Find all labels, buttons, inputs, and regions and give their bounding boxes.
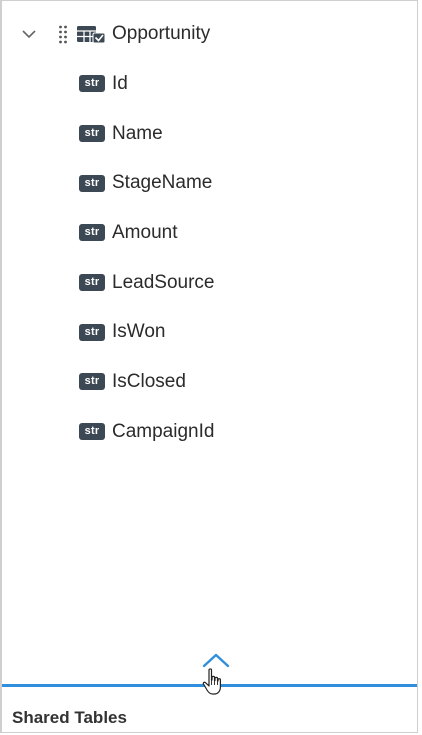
field-item[interactable]: str Id <box>2 59 417 109</box>
chevron-down-icon[interactable] <box>20 25 38 43</box>
table-name[interactable]: Opportunity <box>112 24 210 44</box>
table-icon <box>77 26 106 43</box>
string-type-badge: str <box>79 373 105 391</box>
field-label[interactable]: CampaignId <box>112 421 214 442</box>
string-type-badge: str <box>79 274 105 292</box>
schema-panel: Opportunity str Id str Name str StageNam… <box>0 0 418 733</box>
field-item[interactable]: str StageName <box>2 158 417 208</box>
drag-handle-icon[interactable] <box>58 24 68 44</box>
field-item[interactable]: str IsWon <box>2 307 417 357</box>
string-type-badge: str <box>79 75 105 93</box>
field-label[interactable]: Name <box>112 123 163 144</box>
field-item[interactable]: str CampaignId <box>2 407 417 457</box>
shared-tables-heading[interactable]: Shared Tables <box>12 708 127 728</box>
field-label[interactable]: LeadSource <box>112 272 214 293</box>
field-label[interactable]: StageName <box>112 173 212 193</box>
string-type-badge: str <box>79 423 105 441</box>
string-type-badge: str <box>79 224 105 242</box>
field-label[interactable]: IsClosed <box>112 371 186 392</box>
field-item[interactable]: str Name <box>2 109 417 159</box>
string-type-badge: str <box>79 323 105 341</box>
field-item[interactable]: str Amount <box>2 208 417 258</box>
field-label[interactable]: IsWon <box>112 322 166 342</box>
field-label[interactable]: Id <box>112 73 128 94</box>
panel-splitter[interactable] <box>2 684 417 687</box>
field-list: str Id str Name str StageName str Amount… <box>2 59 417 457</box>
string-type-badge: str <box>79 174 105 192</box>
string-type-badge: str <box>79 125 105 143</box>
field-item[interactable]: str IsClosed <box>2 357 417 407</box>
field-label[interactable]: Amount <box>112 222 177 243</box>
chevron-up-icon[interactable] <box>198 649 234 673</box>
table-node-opportunity[interactable]: Opportunity <box>2 15 417 53</box>
field-item[interactable]: str LeadSource <box>2 258 417 308</box>
